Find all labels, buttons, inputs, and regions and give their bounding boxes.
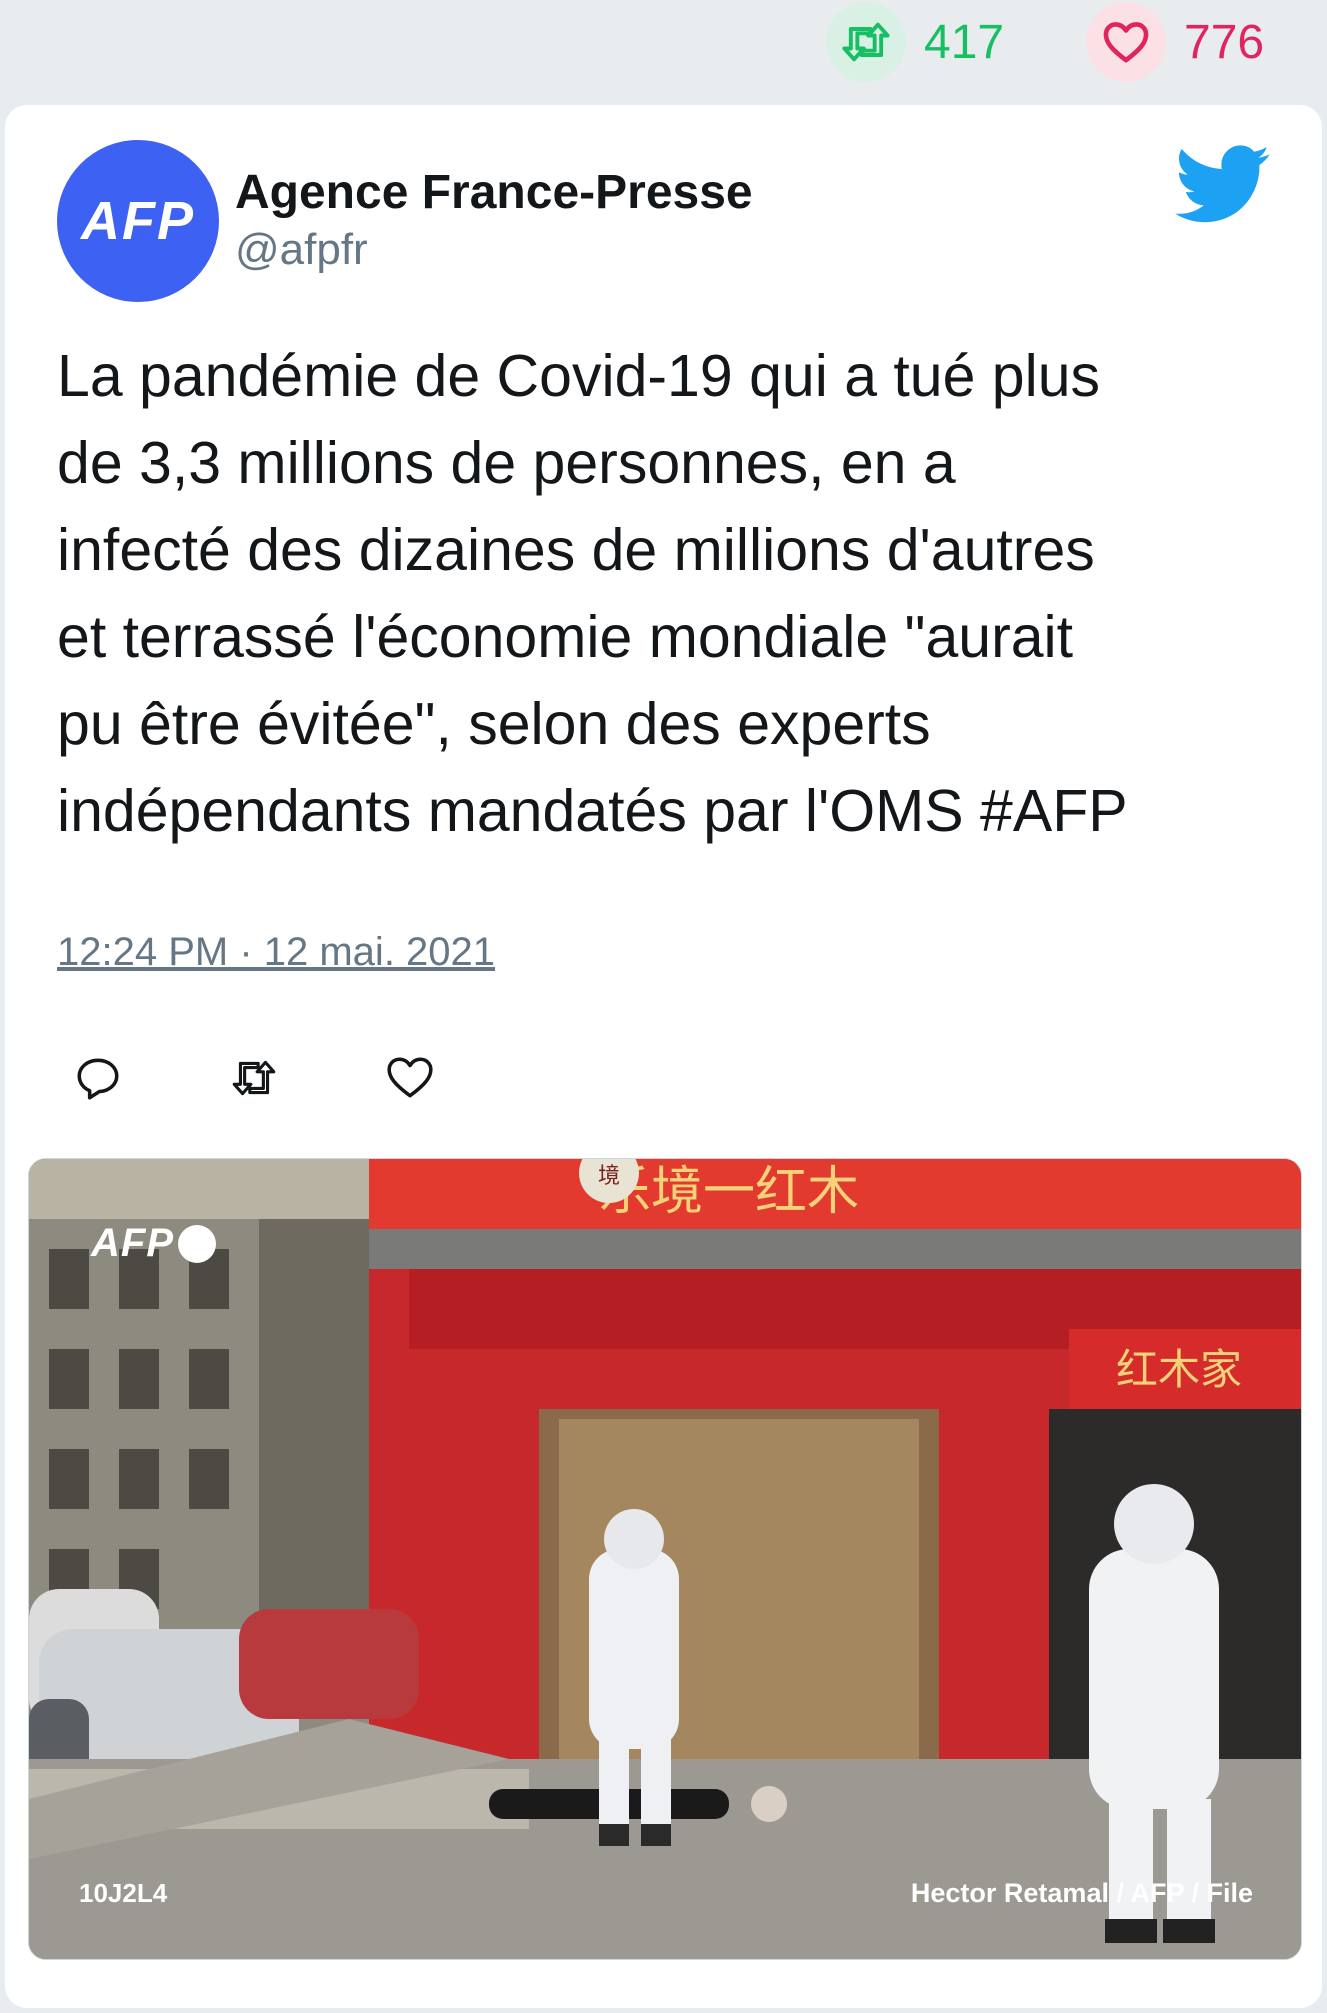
engagement-bar: 417 776 xyxy=(0,0,1327,100)
retweet-icon[interactable] xyxy=(826,2,906,82)
photo-id: 10J2L4 xyxy=(79,1878,168,1908)
tweet-text-line: La pandémie de Covid-19 qui a tué plus xyxy=(57,343,1101,409)
photo-scene: 乐境一红木 红木家 境 xyxy=(29,1159,1301,1959)
shop-sign-right-text: 红木家 xyxy=(1116,1345,1242,1394)
tweet-text-line: pu être évitée", selon des experts xyxy=(57,691,931,757)
tweet-text-line: indépendants mandatés par l'OMS #AFP xyxy=(57,778,1128,844)
tweet-card: AFP Agence France-Presse @afpfr La pandé… xyxy=(5,105,1322,2008)
avatar-logo-text: AFP xyxy=(81,191,195,251)
photo-credit: Hector Retamal / AFP / File xyxy=(910,1878,1253,1908)
retweet-count-value: 417 xyxy=(924,15,1005,69)
retweet-icon[interactable] xyxy=(229,1053,279,1103)
shop-sign-small-text: 境 xyxy=(598,1164,620,1189)
heart-icon[interactable] xyxy=(385,1053,435,1103)
tweet-actions xyxy=(73,1053,435,1103)
avatar[interactable]: AFP xyxy=(57,140,219,302)
author-handle[interactable]: @afpfr xyxy=(235,225,368,275)
author-name[interactable]: Agence France-Presse xyxy=(235,165,753,220)
afp-watermark-text: AFP xyxy=(91,1221,174,1265)
tweet-photo[interactable]: 乐境一红木 红木家 境 AFP 10J2L4 Hector Retamal / … xyxy=(28,1158,1302,1960)
tweet-text-line: infecté des dizaines de millions d'autre… xyxy=(57,517,1095,583)
afp-watermark-dot xyxy=(178,1224,216,1263)
retweet-count[interactable]: 417 xyxy=(826,2,1005,82)
like-count-value: 776 xyxy=(1184,15,1265,69)
afp-watermark: AFP xyxy=(91,1221,216,1266)
reply-icon[interactable] xyxy=(73,1053,123,1103)
heart-icon[interactable] xyxy=(1086,2,1166,82)
tweet-text-line: et terrassé l'économie mondiale "aurait xyxy=(57,604,1074,670)
tweet-timestamp-link[interactable]: 12:24 PM · 12 mai. 2021 xyxy=(57,930,495,975)
tweet-text-line: de 3,3 millions de personnes, en a xyxy=(57,430,956,496)
twitter-bird-icon[interactable] xyxy=(1175,145,1271,225)
like-count[interactable]: 776 xyxy=(1086,2,1265,82)
tweet-text: La pandémie de Covid-19 qui a tué plus d… xyxy=(57,333,1287,855)
